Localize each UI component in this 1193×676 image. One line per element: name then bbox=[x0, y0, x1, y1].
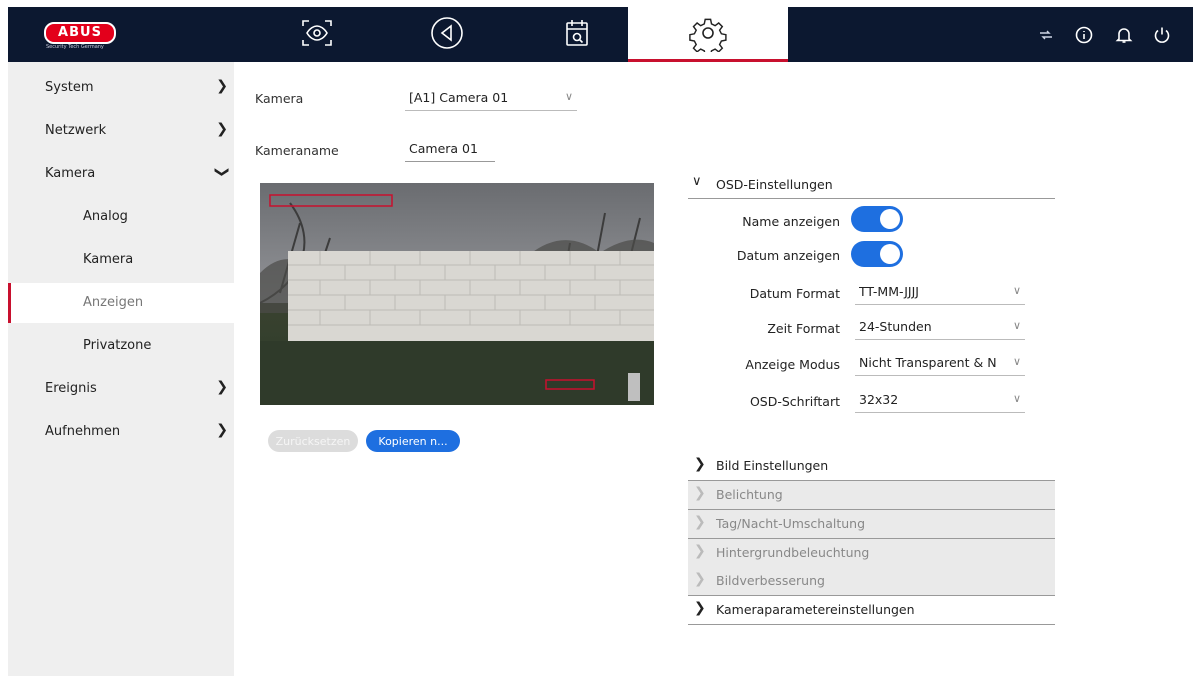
sidebar-item-label: Netzwerk bbox=[45, 123, 107, 138]
info-icon[interactable] bbox=[1074, 25, 1094, 45]
datum-anzeigen-label: Datum anzeigen bbox=[736, 248, 840, 263]
anzeige-modus-value: Nicht Transparent & N bbox=[859, 355, 997, 370]
sidebar-item-system[interactable]: System ❯ bbox=[8, 68, 234, 108]
chevron-right-icon: ❯ bbox=[216, 422, 228, 438]
sidebar: System ❯ Netzwerk ❯ Kamera ❯ Analog Kame… bbox=[8, 62, 234, 676]
calendar-search-icon bbox=[562, 17, 592, 53]
accordion-kameraparameter[interactable]: ❯ Kameraparametereinstellungen bbox=[688, 596, 1055, 625]
nav-search-button[interactable] bbox=[522, 7, 632, 62]
logo-subtitle: Security Tech Germany bbox=[46, 44, 104, 50]
reset-button[interactable]: Zurücksetzen bbox=[268, 430, 358, 452]
accordion-label: Kameraparametereinstellungen bbox=[716, 602, 915, 617]
osd-schriftart-value: 32x32 bbox=[859, 392, 899, 407]
accordion-label: Hintergrundbeleuchtung bbox=[716, 545, 870, 560]
nav-settings-button[interactable] bbox=[628, 7, 788, 62]
chevron-down-icon: ∨ bbox=[564, 90, 573, 103]
chevron-right-icon: ❯ bbox=[216, 379, 228, 395]
accordion-bildverbesserung[interactable]: ❯ Bildverbesserung bbox=[688, 567, 1055, 596]
eye-scan-icon bbox=[299, 17, 335, 53]
sidebar-item-label: Analog bbox=[83, 209, 128, 224]
datum-format-select[interactable]: TT-MM-JJJJ ∨ bbox=[855, 280, 1025, 305]
cameraname-value: Camera 01 bbox=[409, 141, 478, 156]
anzeige-modus-label: Anzeige Modus bbox=[745, 357, 840, 372]
zeit-format-value: 24-Stunden bbox=[859, 319, 932, 334]
chevron-down-icon: ∨ bbox=[692, 174, 702, 189]
chevron-down-icon: ∨ bbox=[1012, 355, 1021, 368]
chevron-right-icon: ❯ bbox=[694, 514, 706, 530]
sidebar-item-label: Privatzone bbox=[83, 338, 152, 353]
sidebar-subitem-privatzone[interactable]: Privatzone bbox=[8, 326, 234, 366]
osd-settings-header[interactable]: ∨ OSD-Einstellungen bbox=[688, 172, 1055, 199]
anzeige-modus-select[interactable]: Nicht Transparent & N ∨ bbox=[855, 351, 1025, 376]
cameraname-input[interactable]: Camera 01 bbox=[405, 137, 495, 162]
nav-playback-button[interactable] bbox=[392, 7, 502, 62]
zeit-format-label: Zeit Format bbox=[767, 321, 840, 336]
power-icon[interactable] bbox=[1152, 25, 1172, 45]
camera-label: Kamera bbox=[255, 91, 304, 106]
sidebar-subitem-analog[interactable]: Analog bbox=[8, 197, 234, 237]
osd-settings-title: OSD-Einstellungen bbox=[716, 177, 833, 192]
chevron-down-icon: ∨ bbox=[1012, 319, 1021, 332]
nav-live-view-button[interactable] bbox=[262, 7, 372, 62]
chevron-right-icon: ❯ bbox=[216, 121, 228, 137]
accordion-belichtung[interactable]: ❯ Belichtung bbox=[688, 481, 1055, 510]
accordion-bild-einstellungen[interactable]: ❯ Bild Einstellungen bbox=[688, 452, 1055, 481]
sidebar-item-label: Ereignis bbox=[45, 381, 97, 396]
chevron-down-icon: ❯ bbox=[214, 166, 231, 178]
sidebar-item-aufnehmen[interactable]: Aufnehmen ❯ bbox=[8, 412, 234, 452]
sidebar-item-ereignis[interactable]: Ereignis ❯ bbox=[8, 369, 234, 409]
sidebar-subitem-anzeigen[interactable]: Anzeigen bbox=[8, 283, 234, 323]
accordion-tag-nacht[interactable]: ❯ Tag/Nacht-Umschaltung bbox=[688, 510, 1055, 539]
chevron-right-icon: ❯ bbox=[694, 485, 706, 501]
camera-select-value: [A1] Camera 01 bbox=[409, 90, 509, 105]
play-back-icon bbox=[429, 15, 465, 55]
osd-schriftart-label: OSD-Schriftart bbox=[749, 394, 840, 409]
sidebar-item-label: Kamera bbox=[83, 252, 134, 267]
chevron-down-icon: ∨ bbox=[1012, 284, 1021, 297]
sidebar-item-label: Kamera bbox=[45, 166, 96, 181]
chevron-right-icon: ❯ bbox=[694, 571, 706, 587]
camera-preview-image bbox=[260, 183, 654, 405]
zeit-format-select[interactable]: 24-Stunden ∨ bbox=[855, 315, 1025, 340]
sidebar-item-label: Anzeigen bbox=[83, 295, 144, 310]
bell-icon[interactable] bbox=[1114, 25, 1134, 45]
sidebar-item-netzwerk[interactable]: Netzwerk ❯ bbox=[8, 111, 234, 151]
sidebar-subitem-kamera[interactable]: Kamera bbox=[8, 240, 234, 280]
chevron-right-icon: ❯ bbox=[694, 600, 706, 616]
accordion-label: Tag/Nacht-Umschaltung bbox=[716, 516, 866, 531]
sidebar-item-label: Aufnehmen bbox=[45, 424, 121, 439]
osd-schriftart-select[interactable]: 32x32 ∨ bbox=[855, 388, 1025, 413]
accordion-hintergrundbeleuchtung[interactable]: ❯ Hintergrundbeleuchtung bbox=[688, 539, 1055, 568]
chevron-right-icon: ❯ bbox=[694, 543, 706, 559]
logo-text: ABUS bbox=[44, 22, 116, 44]
accordion-label: Belichtung bbox=[716, 487, 783, 502]
gear-icon bbox=[689, 14, 727, 56]
cameraname-label: Kameraname bbox=[255, 143, 339, 158]
chevron-down-icon: ∨ bbox=[1012, 392, 1021, 405]
accordion-label: Bildverbesserung bbox=[716, 573, 825, 588]
camera-select[interactable]: [A1] Camera 01 ∨ bbox=[405, 86, 577, 111]
accordion-label: Bild Einstellungen bbox=[716, 458, 829, 473]
datum-anzeigen-toggle[interactable] bbox=[851, 241, 903, 267]
top-navigation-bar: ABUS Security Tech Germany bbox=[8, 7, 1193, 62]
abus-logo: ABUS Security Tech Germany bbox=[36, 20, 122, 52]
datum-format-value: TT-MM-JJJJ bbox=[859, 284, 919, 299]
sidebar-item-kamera[interactable]: Kamera ❯ bbox=[8, 154, 234, 194]
sidebar-item-label: System bbox=[45, 80, 94, 95]
network-icon[interactable] bbox=[1036, 25, 1056, 45]
name-anzeigen-label: Name anzeigen bbox=[742, 214, 840, 229]
copy-to-button[interactable]: Kopieren n... bbox=[366, 430, 460, 452]
datum-format-label: Datum Format bbox=[749, 286, 840, 301]
camera-preview[interactable] bbox=[260, 183, 654, 405]
chevron-right-icon: ❯ bbox=[216, 78, 228, 94]
chevron-right-icon: ❯ bbox=[694, 456, 706, 472]
name-anzeigen-toggle[interactable] bbox=[851, 206, 903, 232]
